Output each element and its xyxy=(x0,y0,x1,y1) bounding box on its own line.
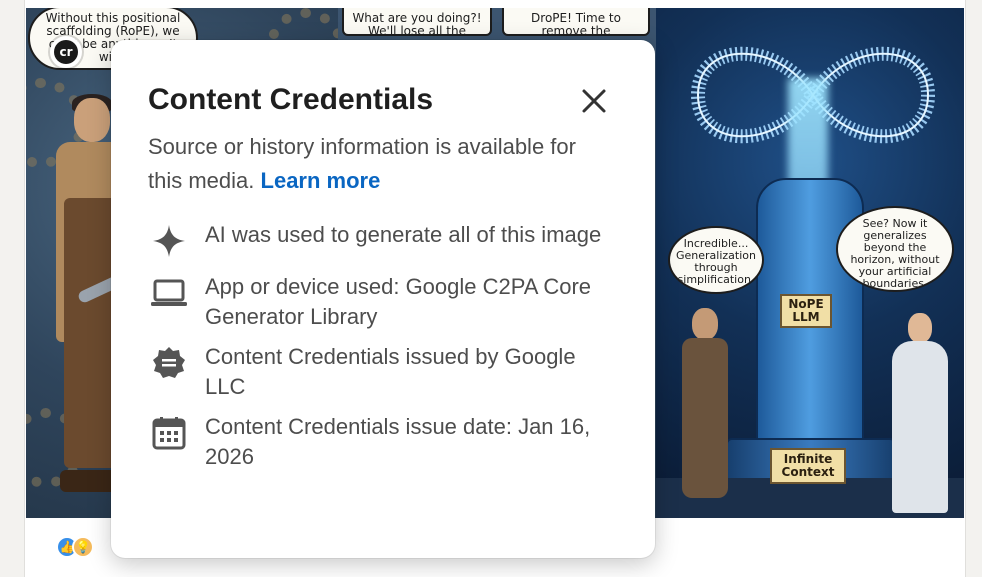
credential-item-date: Content Credentials issue date: Jan 16, … xyxy=(148,412,619,472)
credential-item-app: App or device used: Google C2PA Core Gen… xyxy=(148,272,619,332)
credential-item-ai: AI was used to generate all of this imag… xyxy=(148,220,619,262)
cr-icon: cr xyxy=(54,40,78,64)
laptop-icon xyxy=(148,272,190,314)
man-figure xyxy=(680,308,730,508)
woman-figure xyxy=(892,313,948,513)
learn-more-link[interactable]: Learn more xyxy=(261,168,381,193)
credential-item-issuer: Content Credentials issued by Google LLC xyxy=(148,342,619,402)
sign-infinite-context: Infinite Context xyxy=(770,448,846,484)
credentials-list: AI was used to generate all of this imag… xyxy=(148,220,619,472)
insightful-icon: 💡 xyxy=(72,536,94,558)
credential-text: Content Credentials issue date: Jan 16, … xyxy=(205,414,591,469)
speech-bubble: See? Now it generalizes beyond the horiz… xyxy=(836,206,954,292)
close-button[interactable] xyxy=(579,86,609,116)
popover-description: Source or history information is availab… xyxy=(148,130,578,198)
speech-bubble: What are you doing?! We'll lose all the xyxy=(342,8,492,36)
verified-badge-icon xyxy=(148,342,190,384)
reactions-summary[interactable]: 👍 💡 xyxy=(56,536,106,560)
calendar-icon xyxy=(148,412,190,454)
credential-text: AI was used to generate all of this imag… xyxy=(205,222,602,247)
speech-bubble: DroPE! Time to remove the scaffolding. L… xyxy=(502,8,650,36)
credential-text: Content Credentials issued by Google LLC xyxy=(205,344,576,399)
content-credentials-popover: Content Credentials Source or history in… xyxy=(111,40,655,558)
close-icon xyxy=(582,89,606,113)
content-credentials-badge[interactable]: cr xyxy=(50,36,82,68)
sparkle-icon xyxy=(148,220,190,262)
sign-nope-llm: NoPE LLM xyxy=(780,294,832,328)
popover-title: Content Credentials xyxy=(148,83,434,116)
comic-panel-right: NoPE LLM Infinite Context Incredible... … xyxy=(656,8,964,518)
speech-bubble: Incredible... Generalization through sim… xyxy=(668,226,764,294)
credential-text: App or device used: Google C2PA Core Gen… xyxy=(205,274,592,329)
